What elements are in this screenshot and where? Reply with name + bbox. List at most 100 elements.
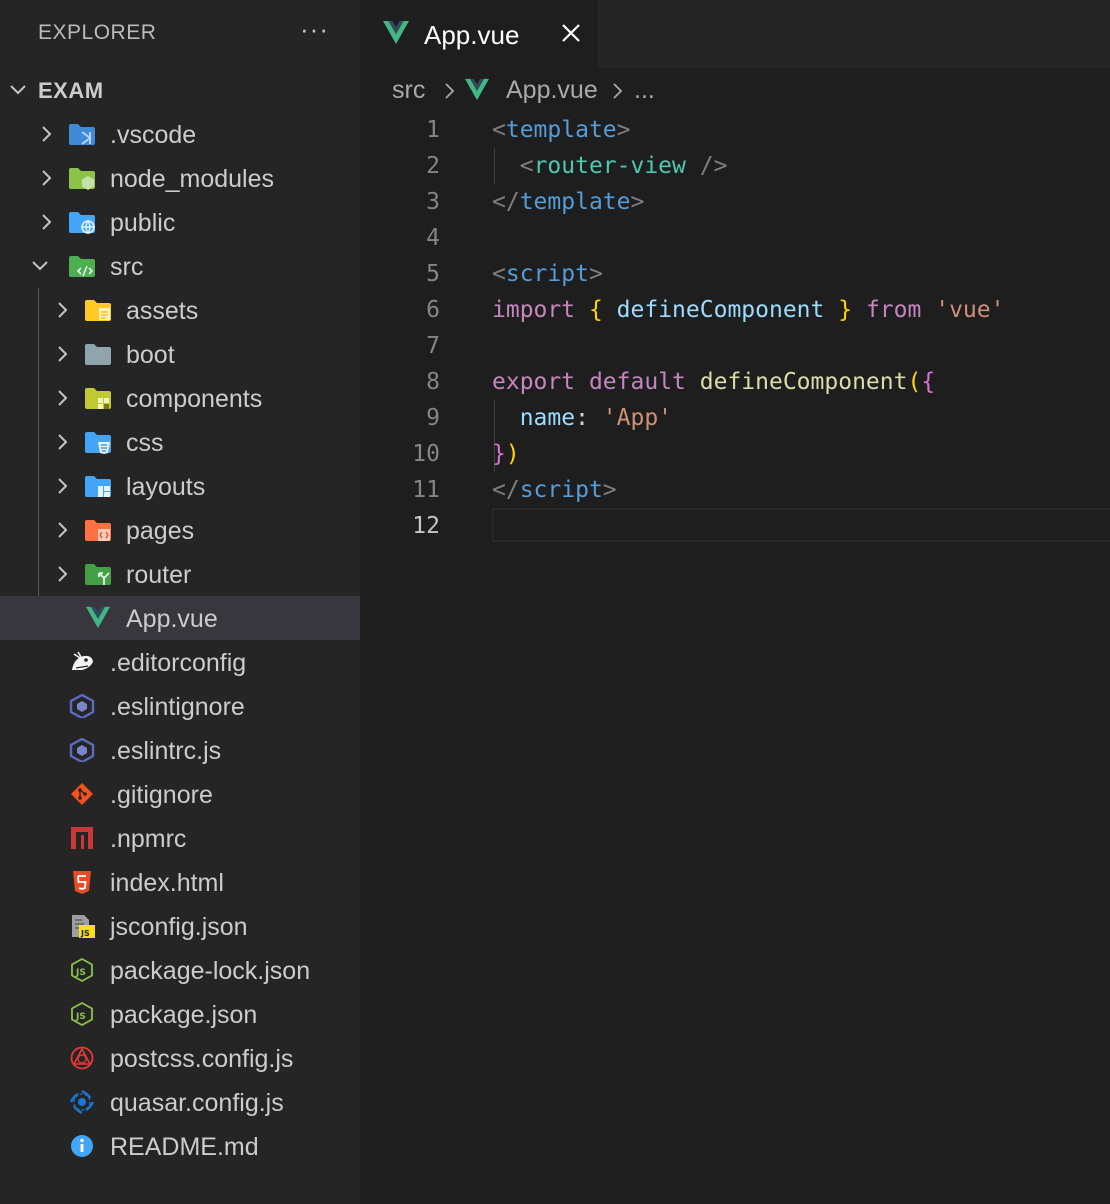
line-source: import { defineComponent } from 'vue': [492, 297, 1004, 323]
chevron-right-icon[interactable]: [52, 299, 72, 321]
line-source: <template>: [492, 117, 631, 143]
code-token: />: [699, 153, 728, 179]
code-token: :: [575, 405, 603, 431]
line-number: 3: [426, 189, 440, 215]
tree-item-label: src: [110, 253, 144, 281]
tree-item-label: .vscode: [110, 121, 197, 149]
line-number: 9: [426, 405, 440, 431]
chevron-right-icon[interactable]: [36, 211, 56, 233]
chevron-right-icon[interactable]: [52, 519, 72, 541]
tree-root-exam[interactable]: EXAM: [0, 68, 360, 112]
vue-icon: [465, 78, 489, 101]
tree-item-readme-md[interactable]: README.md: [0, 1124, 360, 1168]
tree-item-dot-eslintrc-js[interactable]: .eslintrc.js: [0, 728, 360, 772]
svg-text:JS: JS: [80, 929, 90, 938]
tree-item-public[interactable]: public: [0, 200, 360, 244]
code-line[interactable]: 5 <script>: [360, 256, 1110, 292]
line-source: export default defineComponent({: [492, 369, 935, 395]
chevron-right-icon[interactable]: [36, 123, 56, 145]
code-line[interactable]: 7: [360, 328, 1110, 364]
tree-item-assets[interactable]: assets: [0, 288, 360, 332]
tree-item-label: boot: [126, 341, 175, 369]
code-line[interactable]: 2 <router-view />: [360, 148, 1110, 184]
tab-label: App.vue: [424, 20, 520, 50]
tree-item-dot-npmrc[interactable]: .npmrc: [0, 816, 360, 860]
info-icon: [68, 1134, 96, 1158]
code-line[interactable]: 11 </script>: [360, 472, 1110, 508]
code-token: (: [907, 369, 922, 395]
tree-item-jsconfig-json[interactable]: JS jsconfig.json: [0, 904, 360, 948]
chevron-right-icon[interactable]: [52, 387, 72, 409]
tree-item-dot-gitignore[interactable]: .gitignore: [0, 772, 360, 816]
code-token: export: [492, 369, 576, 395]
tree-item-postcss-config-js[interactable]: postcss.config.js: [0, 1036, 360, 1080]
line-source: </script>: [492, 477, 617, 503]
code-token: <: [519, 153, 534, 179]
code-line[interactable]: 3 </template>: [360, 184, 1110, 220]
chevron-right-icon[interactable]: [52, 563, 72, 585]
nodejs-icon: JS: [68, 1001, 96, 1027]
chevron-right-icon[interactable]: [52, 475, 72, 497]
tree-item-label: App.vue: [126, 605, 218, 633]
file-tree: EXAM .vscode node_modules public src assets b…: [0, 68, 360, 1168]
tree-item-router[interactable]: router: [0, 552, 360, 596]
tree-item-label: postcss.config.js: [110, 1045, 294, 1073]
line-source: <router-view />: [492, 153, 728, 179]
code-line[interactable]: 1 <template>: [360, 112, 1110, 148]
line-number: 1: [426, 117, 440, 143]
breadcrumb-folder[interactable]: src: [392, 76, 425, 105]
css-folder-icon: [84, 430, 112, 454]
vscode-folder-icon: [68, 122, 96, 146]
line-number: 10: [412, 441, 440, 467]
tree-item-components[interactable]: components: [0, 376, 360, 420]
tree-item-app-vue[interactable]: App.vue: [0, 596, 360, 640]
explorer-sidebar: EXPLORER ··· EXAM .vscode node_modules pub…: [0, 0, 360, 1204]
chevron-right-icon[interactable]: [36, 167, 56, 189]
chevron-right-icon[interactable]: [52, 431, 72, 453]
tree-item-label: .editorconfig: [110, 649, 247, 677]
tree-item-quasar-config-js[interactable]: quasar.config.js: [0, 1080, 360, 1124]
code-line[interactable]: 10}): [360, 436, 1110, 472]
more-actions-button[interactable]: ···: [300, 14, 329, 45]
components-folder-icon: [84, 386, 112, 410]
tree-item-pages[interactable]: pages: [0, 508, 360, 552]
tree-item-layouts[interactable]: layouts: [0, 464, 360, 508]
code-token: script: [505, 261, 589, 287]
tab-app-vue[interactable]: App.vue: [360, 0, 598, 68]
tree-item-node-modules[interactable]: node_modules: [0, 156, 360, 200]
tree-item-css[interactable]: css: [0, 420, 360, 464]
code-line[interactable]: 6 import { defineComponent } from 'vue': [360, 292, 1110, 328]
tree-root-label: EXAM: [38, 78, 104, 103]
line-source: <script>: [492, 261, 603, 287]
assets-folder-icon: [84, 298, 112, 322]
tree-item-dot-editorconfig[interactable]: .editorconfig: [0, 640, 360, 684]
close-icon[interactable]: [558, 20, 584, 46]
breadcrumb-file[interactable]: App.vue: [506, 76, 598, 105]
code-token: 'App': [602, 405, 673, 431]
tree-item-label: package-lock.json: [110, 957, 311, 985]
chevron-right-icon[interactable]: [52, 343, 72, 365]
code-line[interactable]: 8 export default defineComponent({: [360, 364, 1110, 400]
tree-item-boot[interactable]: boot: [0, 332, 360, 376]
tree-item-src[interactable]: src: [0, 244, 360, 288]
tree-item-dot-vscode[interactable]: .vscode: [0, 112, 360, 156]
tree-item-index-html[interactable]: index.html: [0, 860, 360, 904]
code-editor[interactable]: 1 <template> 2 <router-view /> 3 </template>…: [360, 112, 1110, 544]
tree-item-package-json[interactable]: JS package.json: [0, 992, 360, 1036]
breadcrumb-symbol[interactable]: ...: [634, 76, 655, 105]
code-line[interactable]: 9 name: 'App': [360, 400, 1110, 436]
chevron-down-icon[interactable]: [30, 255, 50, 277]
code-line[interactable]: 12: [360, 508, 1110, 544]
chevron-down-icon: [10, 85, 26, 95]
code-line[interactable]: 4: [360, 220, 1110, 256]
code-token: </: [492, 189, 520, 215]
tree-item-dot-eslintignore[interactable]: .eslintignore: [0, 684, 360, 728]
line-number: 8: [426, 369, 440, 395]
code-token: script: [519, 477, 603, 503]
tree-item-package-lock-json[interactable]: JS package-lock.json: [0, 948, 360, 992]
line-number: 11: [412, 477, 440, 503]
code-token: >: [630, 189, 645, 215]
pages-folder-icon: [84, 518, 112, 542]
